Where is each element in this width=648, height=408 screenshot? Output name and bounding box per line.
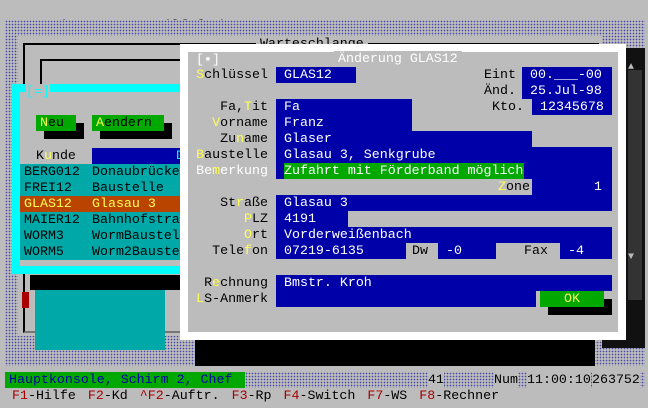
customer-site: Baustelle — [92, 180, 164, 195]
function-keys: F1-Hilfe F2-Kd ^F2-Auftr. F3-Rp F4-Switch F7-… — [12, 388, 511, 404]
label-plz: PLZ — [244, 211, 268, 226]
label-zuname: Zuname — [220, 131, 268, 146]
aend-field[interactable]: 25.Jul-98 — [522, 83, 612, 99]
telefon-field[interactable]: 07219-6135 — [276, 243, 406, 259]
list-item[interactable]: WORM5 Worm2Bauste — [20, 244, 192, 260]
baustelle-field[interactable]: Glasau 3, Senkgrube — [276, 147, 612, 163]
list-item[interactable]: GLAS12 Glasau 3 — [20, 196, 192, 212]
label-aend: Änd. — [484, 83, 516, 98]
eint-field[interactable]: 00.___-00 — [522, 67, 612, 83]
red-marker — [22, 292, 29, 308]
list-item[interactable]: FREI12 Baustelle — [20, 180, 192, 196]
dialog-close-icon[interactable]: [▪] — [196, 52, 220, 68]
fkey-f3[interactable]: F3-Rp — [232, 388, 272, 403]
customer-site: WormBaustel — [92, 228, 180, 243]
fkey-f2[interactable]: F2-Kd — [88, 388, 128, 403]
customer-key: WORM5 — [24, 244, 64, 259]
lsanmerk-field[interactable] — [276, 291, 536, 307]
schluessel-field[interactable]: GLAS12 — [276, 67, 356, 83]
label-bemerkung: Bemerkung — [196, 163, 268, 178]
fkey-f4[interactable]: F4-Switch — [284, 388, 356, 403]
dw-field[interactable]: -0 — [438, 243, 496, 259]
bemerkung-field[interactable]: Zufahrt mit Förderband möglich — [284, 163, 524, 179]
label-strasse: Straße — [220, 195, 268, 210]
label-kto: Kto. — [492, 99, 524, 114]
fatit-field[interactable]: Fa — [276, 99, 412, 115]
zuname-field[interactable]: Glaser — [276, 131, 532, 147]
list-item[interactable]: MAIER12 Bahnhofstra — [20, 212, 192, 228]
ok-button[interactable]: OK — [540, 291, 604, 307]
fkey-f8[interactable]: F8-Rechner — [419, 388, 499, 403]
label-baustelle: Baustelle — [196, 147, 268, 162]
list-item[interactable]: WORM3 WormBaustel — [20, 228, 192, 244]
ort-field[interactable]: Vorderweißenbach — [276, 227, 612, 243]
label-rechnung: Rechnung — [204, 275, 268, 290]
status-console: Hauptkonsole, Schirm 2, Chef — [5, 372, 245, 388]
plz-field[interactable]: 4191 — [276, 211, 348, 227]
customer-key: MAIER12 — [24, 212, 80, 227]
column-header-2[interactable]: Da — [92, 148, 192, 164]
fkey-f1[interactable]: F1-Hilfe — [12, 388, 76, 403]
customer-site: Donaubrücke — [92, 164, 180, 179]
customer-key: BERG012 — [24, 164, 80, 179]
strasse-field[interactable]: Glasau 3 — [276, 195, 612, 211]
scroll-down-icon[interactable]: ▼ — [628, 250, 634, 266]
customer-site: Worm2Bauste — [92, 244, 180, 259]
label-eint: Eint — [484, 67, 516, 82]
list-item[interactable]: BERG012 Donaubrücke — [20, 164, 192, 180]
label-vorname: Vorname — [212, 115, 268, 130]
status-number: 263752 — [592, 372, 640, 388]
label-ort: Ort — [244, 227, 268, 242]
label-fax: Fax — [524, 243, 548, 258]
label-zone: Zone — [498, 179, 530, 194]
rechnung-field[interactable]: Bmstr. Kroh — [276, 275, 612, 291]
dialog-shadow — [195, 340, 595, 366]
scroll-up-icon[interactable]: ▲ — [628, 60, 634, 76]
customer-key: FREI12 — [24, 180, 72, 195]
dialog-title: Änderung GLAS12 — [334, 51, 462, 66]
customer-site: Bahnhofstra — [92, 212, 180, 227]
label-fatit: Fa,Tit — [220, 99, 268, 114]
status-num: Num — [494, 372, 518, 388]
label-telefon: Telefon — [212, 243, 268, 258]
customer-key: GLAS12 — [24, 196, 72, 211]
kto-field[interactable]: 12345678 — [532, 99, 612, 115]
customer-site: Glasau 3 — [92, 196, 156, 211]
customer-key: WORM3 — [24, 228, 64, 243]
zone-field[interactable]: 1 — [532, 179, 612, 195]
fkey-ctrl-f2[interactable]: ^F2-Auftr. — [140, 388, 220, 403]
label-dw: Dw — [412, 243, 428, 258]
vorname-field[interactable]: Franz — [276, 115, 412, 131]
customer-list-window: [=] Neu Aendern Kunde Da BERG012 Donaubrü… — [12, 84, 192, 274]
label-schluessel: Schlüssel — [196, 67, 268, 82]
fax-field[interactable]: -4 — [560, 243, 612, 259]
window-menu-icon[interactable]: [=] — [26, 84, 50, 100]
new-button[interactable]: Neu — [36, 115, 76, 131]
shadow — [30, 275, 190, 290]
status-time: 11:00:10 — [527, 372, 591, 388]
status-count: 41 — [428, 372, 444, 388]
edit-button[interactable]: Aendern — [92, 115, 164, 131]
teal-area — [35, 290, 165, 350]
column-header-kunde[interactable]: Kunde — [36, 148, 76, 164]
fkey-f7[interactable]: F7-WS — [367, 388, 407, 403]
label-lsanmerk: LS-Anmerk — [196, 291, 268, 306]
